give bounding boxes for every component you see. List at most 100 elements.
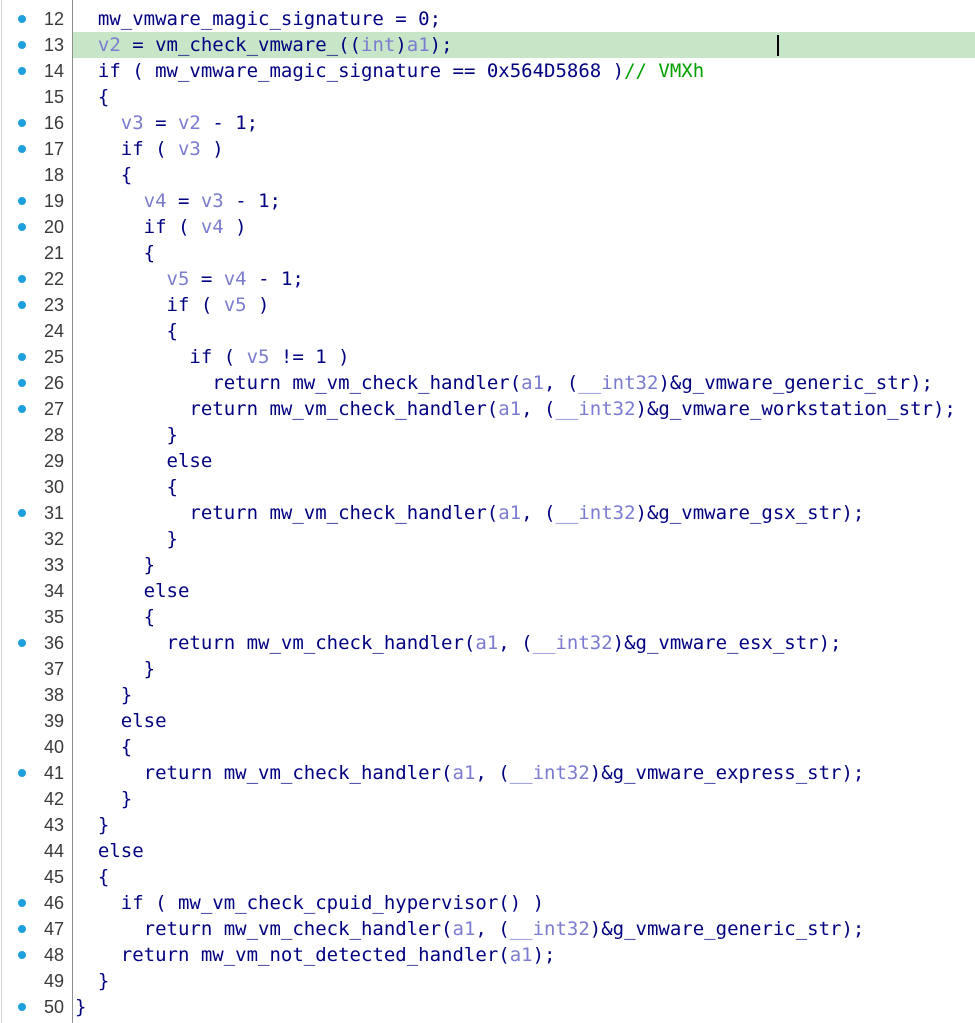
code-line[interactable]: 46 if ( mw_vm_check_cpuid_hypervisor() ) [0, 890, 975, 916]
code-text[interactable]: if ( v4 ) [73, 214, 975, 240]
code-line[interactable]: 20 if ( v4 ) [0, 214, 975, 240]
code-token: } [166, 424, 178, 446]
code-line[interactable]: 33 } [0, 552, 975, 578]
code-line[interactable]: 49 } [0, 968, 975, 994]
code-text[interactable]: else [73, 448, 975, 474]
code-token: )&g_vmware_generic_str); [658, 372, 933, 394]
code-text[interactable]: if ( mw_vm_check_cpuid_hypervisor() ) [73, 890, 975, 916]
code-variable: __int32 [532, 632, 613, 654]
code-text[interactable]: v2 = vm_check_vmware_((int)a1); [73, 32, 975, 58]
line-number: 32 [43, 529, 64, 549]
code-line[interactable]: 45 { [0, 864, 975, 890]
code-line[interactable]: 19 v4 = v3 - 1; [0, 188, 975, 214]
code-line[interactable]: 32 } [0, 526, 975, 552]
code-text[interactable]: } [73, 656, 975, 682]
code-line[interactable]: 28 } [0, 422, 975, 448]
code-text[interactable]: { [73, 474, 975, 500]
code-text[interactable]: { [73, 162, 975, 188]
code-text[interactable]: return mw_vm_check_handler(a1, (__int32)… [73, 500, 975, 526]
line-number: 33 [43, 555, 64, 575]
code-text[interactable]: { [73, 84, 975, 110]
code-line[interactable]: 27 return mw_vm_check_handler(a1, (__int… [0, 396, 975, 422]
code-line[interactable]: 25 if ( v5 != 1 ) [0, 344, 975, 370]
code-text[interactable]: mw_vmware_magic_signature = 0; [73, 6, 975, 32]
code-line[interactable]: 15 { [0, 84, 975, 110]
code-text[interactable]: { [73, 734, 975, 760]
code-token: { [97, 86, 110, 108]
code-text[interactable]: else [73, 708, 975, 734]
code-text[interactable]: } [73, 526, 975, 552]
code-text[interactable]: } [73, 682, 975, 708]
code-variable: v4 [200, 216, 224, 238]
code-token: { [143, 242, 156, 264]
code-text[interactable]: { [73, 604, 975, 630]
code-variable: a1 [406, 34, 430, 56]
code-text[interactable]: v4 = v3 - 1; [73, 188, 975, 214]
code-text[interactable]: return mw_vm_not_detected_handler(a1); [73, 942, 975, 968]
code-variable: __int32 [509, 918, 590, 940]
code-line[interactable]: 36 return mw_vm_check_handler(a1, (__int… [0, 630, 975, 656]
code-line[interactable]: 50} [0, 994, 975, 1020]
code-line[interactable]: 22 v5 = v4 - 1; [0, 266, 975, 292]
code-text[interactable]: v5 = v4 - 1; [73, 266, 975, 292]
code-line[interactable]: 47 return mw_vm_check_handler(a1, (__int… [0, 916, 975, 942]
code-comment: // VMXh [624, 60, 705, 82]
code-line[interactable]: 48 return mw_vm_not_detected_handler(a1)… [0, 942, 975, 968]
code-text[interactable]: return mw_vm_check_handler(a1, (__int32)… [73, 370, 975, 396]
code-line[interactable]: 14 if ( mw_vmware_magic_signature == 0x5… [0, 58, 975, 84]
code-text[interactable]: } [73, 552, 975, 578]
code-text[interactable]: if ( mw_vmware_magic_signature == 0x564D… [73, 58, 975, 84]
code-text[interactable]: } [73, 786, 975, 812]
code-line[interactable]: 31 return mw_vm_check_handler(a1, (__int… [0, 500, 975, 526]
code-line[interactable]: 37 } [0, 656, 975, 682]
pseudocode-view[interactable]: 12 mw_vmware_magic_signature = 0; 13 v2 =… [0, 0, 975, 1023]
code-line[interactable]: 17 if ( v3 ) [0, 136, 975, 162]
code-line[interactable]: 23 if ( v5 ) [0, 292, 975, 318]
code-text[interactable]: if ( v5 != 1 ) [73, 344, 975, 370]
code-text[interactable]: return mw_vm_check_handler(a1, (__int32)… [73, 396, 975, 422]
code-line[interactable]: 43 } [0, 812, 975, 838]
code-text[interactable]: if ( v3 ) [73, 136, 975, 162]
code-token: ); [429, 34, 453, 56]
line-number: 21 [43, 243, 64, 263]
code-line[interactable]: 39 else [0, 708, 975, 734]
code-text[interactable]: { [73, 240, 975, 266]
code-line[interactable]: 13 v2 = vm_check_vmware_((int)a1); [0, 32, 975, 58]
code-line[interactable]: 21 { [0, 240, 975, 266]
code-token: else [120, 710, 167, 732]
code-text[interactable]: } [73, 994, 975, 1020]
code-text[interactable]: } [73, 812, 975, 838]
code-token: , ( [475, 918, 510, 940]
code-line[interactable]: 29 else [0, 448, 975, 474]
code-text[interactable]: return mw_vm_check_handler(a1, (__int32)… [73, 630, 975, 656]
code-line[interactable]: 41 return mw_vm_check_handler(a1, (__int… [0, 760, 975, 786]
code-text[interactable]: v3 = v2 - 1; [73, 110, 975, 136]
code-line[interactable]: 26 return mw_vm_check_handler(a1, (__int… [0, 370, 975, 396]
code-text[interactable]: else [73, 838, 975, 864]
code-token: if ( [189, 346, 247, 368]
code-line[interactable]: 24 { [0, 318, 975, 344]
code-line[interactable]: 44 else [0, 838, 975, 864]
code-line[interactable]: 12 mw_vmware_magic_signature = 0; [0, 6, 975, 32]
code-text[interactable]: } [73, 968, 975, 994]
code-line[interactable]: 40 { [0, 734, 975, 760]
code-token: mw_vmware_magic_signature = 0; [97, 8, 442, 30]
line-number: 42 [43, 789, 64, 809]
code-text[interactable]: return mw_vm_check_handler(a1, (__int32)… [73, 916, 975, 942]
code-text[interactable]: return mw_vm_check_handler(a1, (__int32)… [73, 760, 975, 786]
code-line[interactable]: 38 } [0, 682, 975, 708]
code-text[interactable]: else [73, 578, 975, 604]
code-line[interactable]: 35 { [0, 604, 975, 630]
code-text[interactable]: { [73, 864, 975, 890]
code-line[interactable]: 42 } [0, 786, 975, 812]
code-line[interactable]: 18 { [0, 162, 975, 188]
code-text[interactable]: } [73, 422, 975, 448]
code-line[interactable]: 34 else [0, 578, 975, 604]
line-number: 28 [43, 425, 64, 445]
code-text[interactable]: { [73, 318, 975, 344]
code-line[interactable]: 16 v3 = v2 - 1; [0, 110, 975, 136]
code-text[interactable]: if ( v5 ) [73, 292, 975, 318]
code-line[interactable]: 30 { [0, 474, 975, 500]
